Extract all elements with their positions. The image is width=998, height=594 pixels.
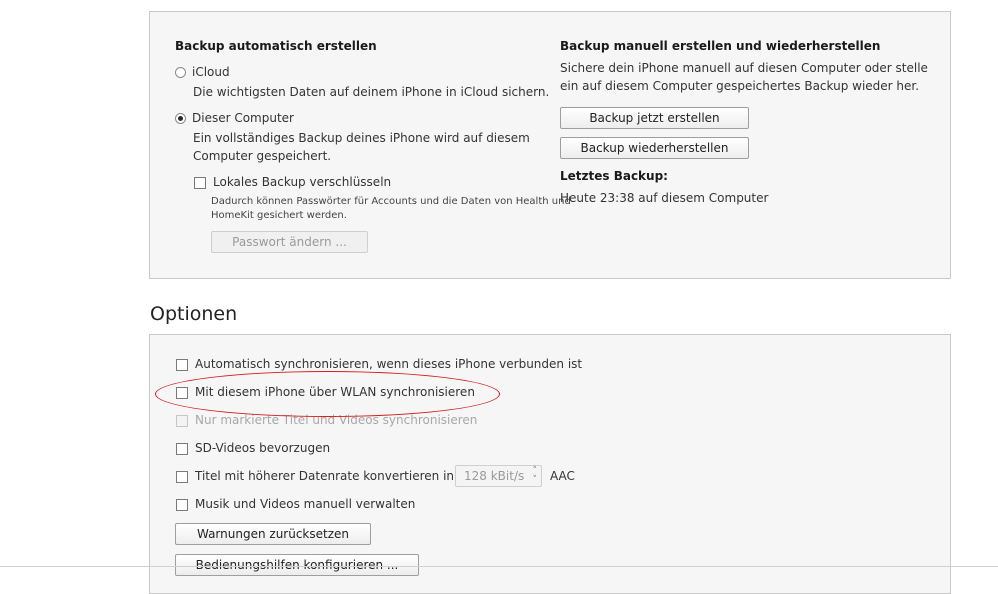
encrypt-description-line2: HomeKit gesichert werden. [211,210,347,221]
chevron-updown-icon: ˄ ˅ [532,466,538,485]
manual-manage-label[interactable]: Musik und Videos manuell verwalten [195,497,415,511]
prefer-sd-videos-label[interactable]: SD-Videos bevorzugen [195,441,330,455]
encrypt-description-line1: Dadurch können Passwörter für Accounts u… [211,196,571,207]
backup-now-button[interactable]: Backup jetzt erstellen [560,107,749,129]
last-backup-value: Heute 23:38 auf diesem Computer [560,191,769,205]
bitrate-format-label: AAC [550,469,575,483]
icloud-radio[interactable] [175,67,186,78]
convert-bitrate-checkbox[interactable] [176,471,188,483]
options-heading: Optionen [150,303,238,325]
manual-manage-checkbox[interactable] [176,499,188,511]
auto-backup-title: Backup automatisch erstellen [175,39,377,53]
red-annotation-ellipse [155,371,500,417]
bottom-divider [0,566,998,567]
manual-backup-title: Backup manuell erstellen und wiederherst… [560,39,881,53]
encrypt-backup-checkbox[interactable] [194,177,206,189]
manual-backup-description-line2: ein auf diesem Computer gespeichertes Ba… [560,79,920,93]
this-computer-radio-label[interactable]: Dieser Computer [192,111,294,125]
icloud-radio-label[interactable]: iCloud [192,65,230,79]
this-computer-description-line2: Computer gespeichert. [193,149,332,163]
bitrate-select-value: 128 kBit/s [464,469,525,483]
change-password-button[interactable]: Passwort ändern ... [211,231,368,253]
this-computer-radio[interactable] [175,113,186,124]
this-computer-description-line1: Ein vollständiges Backup deines iPhone w… [193,131,530,145]
prefer-sd-videos-checkbox[interactable] [176,443,188,455]
last-backup-title: Letztes Backup: [560,169,668,183]
manual-backup-description-line1: Sichere dein iPhone manuell auf diesen C… [560,61,928,75]
checked-items-only-checkbox[interactable] [176,415,188,427]
convert-bitrate-label[interactable]: Titel mit höherer Datenrate konvertieren… [195,469,454,483]
bitrate-select[interactable]: 128 kBit/s ˄ ˅ [455,465,542,487]
restore-backup-button[interactable]: Backup wiederherstellen [560,137,749,159]
auto-sync-label[interactable]: Automatisch synchronisieren, wenn dieses… [195,357,582,371]
encrypt-backup-label[interactable]: Lokales Backup verschlüsseln [213,175,391,189]
configure-accessibility-button[interactable]: Bedienungshilfen konfigurieren ... [175,554,419,576]
icloud-description: Die wichtigsten Daten auf deinem iPhone … [193,85,550,99]
reset-warnings-button[interactable]: Warnungen zurücksetzen [175,523,371,545]
auto-sync-checkbox[interactable] [176,359,188,371]
